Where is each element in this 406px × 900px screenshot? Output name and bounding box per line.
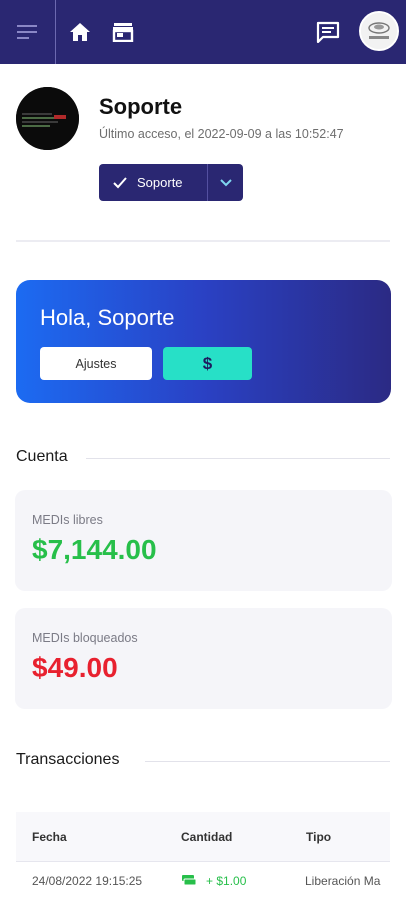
topbar-divider: [55, 0, 56, 64]
table-header: Fecha Cantidad Tipo: [16, 812, 390, 862]
table-row[interactable]: 24/08/2022 19:15:25 + $1.00 Liberación M…: [16, 862, 390, 900]
top-app-bar: [0, 0, 406, 64]
chevron-down-icon: [219, 178, 232, 186]
money-icon: [181, 872, 197, 891]
role-selector-button[interactable]: Soporte: [99, 164, 243, 201]
currency-button[interactable]: $: [163, 347, 252, 380]
transactions-table: Fecha Cantidad Tipo 24/08/2022 19:15:25 …: [16, 812, 390, 900]
role-dropdown-toggle[interactable]: [208, 164, 243, 201]
locked-balance-value: $49.00: [32, 652, 118, 683]
transactions-section-title: Transacciones: [16, 751, 120, 768]
greeting-title: Hola, Soporte: [40, 305, 175, 330]
account-section-title: Cuenta: [16, 448, 68, 465]
column-header-date[interactable]: Fecha: [32, 830, 67, 844]
store-icon[interactable]: [109, 18, 137, 46]
locked-balance-label: MEDIs bloqueados: [32, 631, 138, 645]
free-balance-card: MEDIs libres $7,144.00: [15, 490, 392, 591]
role-main[interactable]: Soporte: [99, 164, 207, 201]
row-amount: + $1.00: [206, 874, 247, 888]
section-divider: [145, 761, 390, 762]
locked-balance-card: MEDIs bloqueados $49.00: [15, 608, 392, 709]
menu-icon[interactable]: [14, 18, 42, 46]
role-label: Soporte: [137, 175, 183, 190]
home-icon[interactable]: [66, 18, 94, 46]
profile-name: Soporte: [99, 94, 183, 119]
check-icon: [113, 176, 127, 188]
chat-icon[interactable]: [314, 18, 342, 46]
row-date: 24/08/2022 19:15:25: [32, 874, 143, 888]
free-balance-value: $7,144.00: [32, 534, 157, 565]
profile-divider: [16, 240, 390, 242]
last-access-text: Último acceso, el 2022-09-09 a las 10:52…: [99, 127, 344, 141]
settings-button[interactable]: Ajustes: [40, 347, 152, 380]
column-header-amount[interactable]: Cantidad: [181, 830, 232, 844]
greeting-banner: Hola, Soporte Ajustes $: [16, 280, 391, 403]
section-divider: [86, 458, 390, 459]
free-balance-label: MEDIs libres: [32, 513, 103, 527]
user-avatar[interactable]: [359, 11, 399, 51]
row-type: Liberación Ma: [305, 874, 381, 888]
profile-avatar: [16, 87, 79, 150]
column-header-type[interactable]: Tipo: [306, 830, 331, 844]
